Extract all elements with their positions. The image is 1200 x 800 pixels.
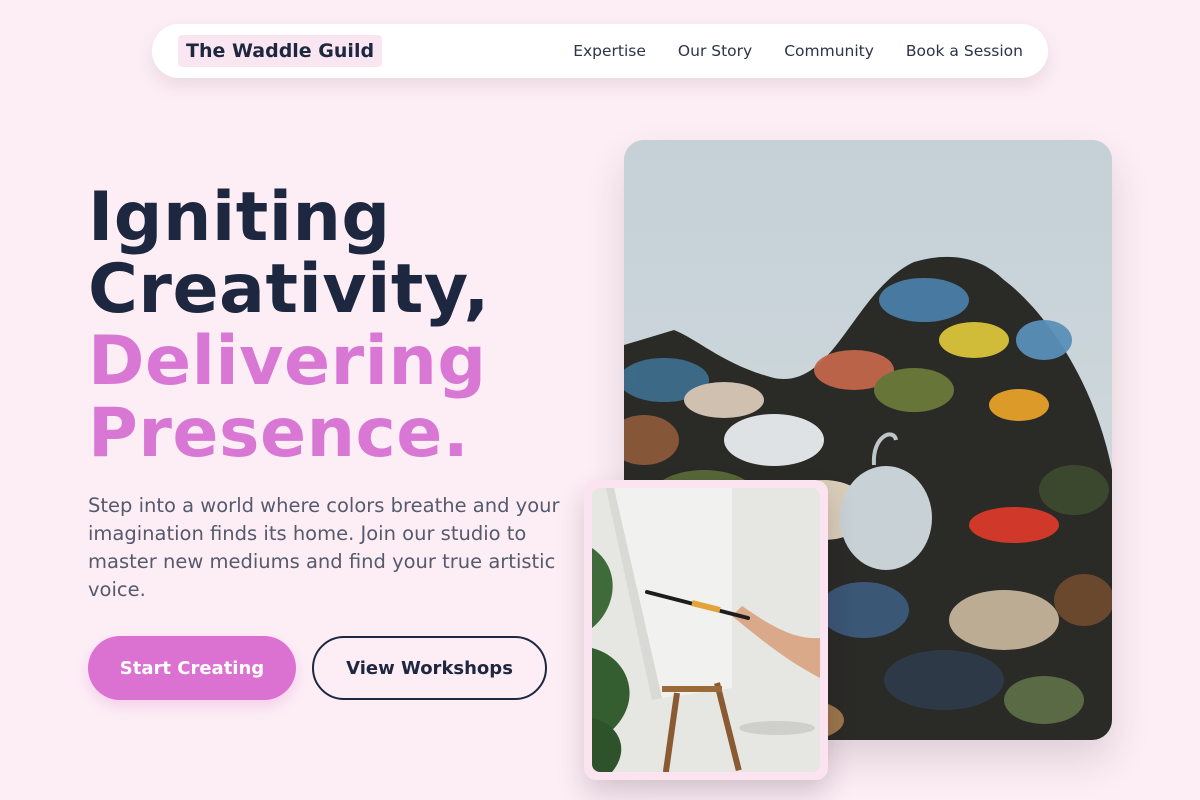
hero-subtext: Step into a world where colors breathe a…: [88, 494, 560, 601]
nav-link-book-session[interactable]: Book a Session: [906, 42, 1023, 60]
headline-line-4: Presence.: [88, 394, 470, 473]
top-navigation: The Waddle Guild Expertise Our Story Com…: [152, 24, 1048, 78]
painting-illustration: [592, 488, 820, 772]
headline-line-1: Igniting: [88, 178, 391, 257]
brand-logo[interactable]: The Waddle Guild: [178, 35, 383, 67]
nav-links: Expertise Our Story Community Book a Ses…: [573, 24, 1023, 78]
nav-link-expertise[interactable]: Expertise: [573, 42, 646, 60]
painting-inset-image: [592, 488, 820, 772]
start-creating-button[interactable]: Start Creating: [88, 636, 296, 700]
inset-image-frame: [584, 480, 828, 780]
headline-line-2: Creativity,: [88, 250, 490, 329]
nav-link-our-story[interactable]: Our Story: [678, 42, 752, 60]
hero-headline: Igniting Creativity, Delivering Presence…: [88, 182, 490, 470]
view-workshops-button[interactable]: View Workshops: [312, 636, 547, 700]
nav-link-community[interactable]: Community: [784, 42, 874, 60]
headline-line-3: Delivering: [88, 322, 487, 401]
